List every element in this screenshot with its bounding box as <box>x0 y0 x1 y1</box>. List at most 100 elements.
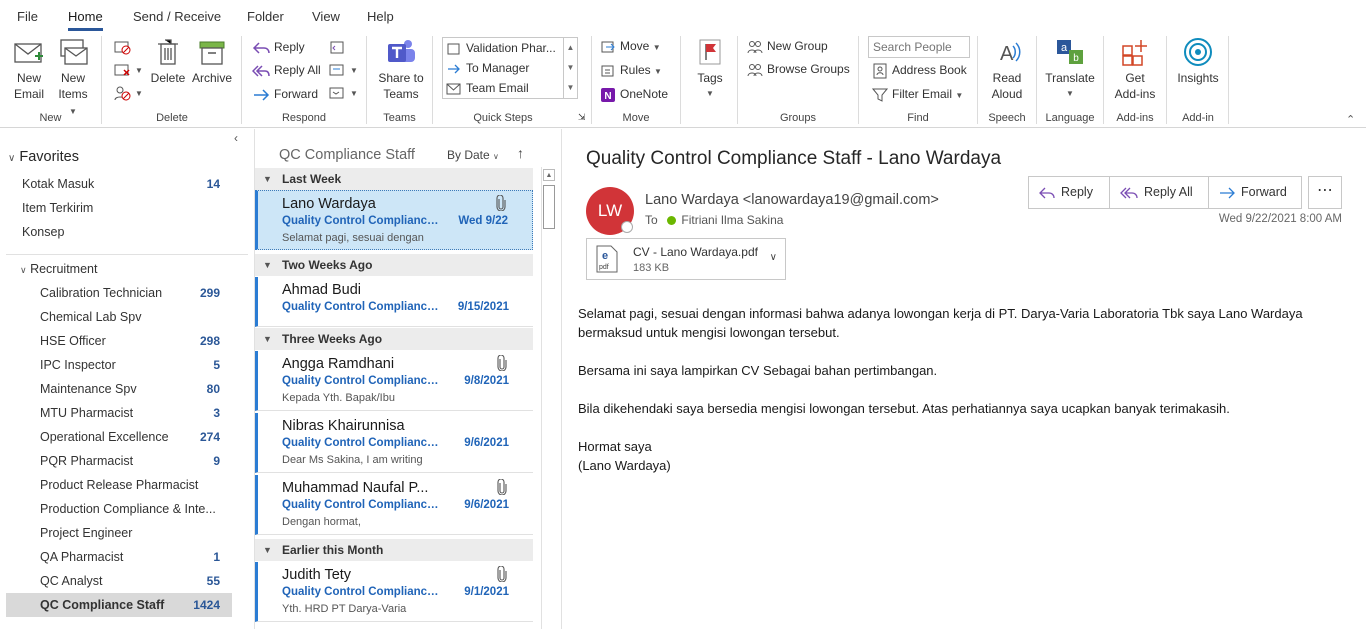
sender[interactable]: Lano Wardaya <lanowardaya19@gmail.com> <box>645 192 939 208</box>
message-item[interactable]: Ahmad Budi Quality Control Compliance...… <box>255 277 533 327</box>
address-book-button[interactable]: Address Book <box>872 60 967 80</box>
teams-icon <box>388 40 415 62</box>
tab-send-receive[interactable]: Send / Receive <box>133 9 221 24</box>
message-item-selected[interactable]: Lano Wardaya Quality Control Compliance.… <box>255 190 533 250</box>
folder-pqr-pharmacist[interactable]: PQR Pharmacist 9 <box>0 449 232 473</box>
ribbon-separator <box>737 36 738 124</box>
folder-hse-officer[interactable]: HSE Officer 298 <box>0 329 232 353</box>
meeting-button[interactable] <box>328 36 350 56</box>
scroll-thumb[interactable] <box>543 185 555 229</box>
forward-icon <box>254 89 270 101</box>
message-item[interactable]: Muhammad Naufal P... Quality Control Com… <box>255 475 533 535</box>
body-line: (Lano Wardaya) <box>578 458 671 473</box>
folder-operational-excellence[interactable]: Operational Excellence 274 <box>0 425 232 449</box>
group-label-respond: Respond <box>281 112 327 124</box>
tab-home[interactable]: Home <box>68 9 103 31</box>
collapse-ribbon-icon[interactable]: ⌃ <box>1346 110 1355 130</box>
group-label-find: Find <box>907 112 929 124</box>
folder-production-compliance[interactable]: Production Compliance & Inte... <box>0 497 232 521</box>
favorites-header[interactable]: ∨ Favorites <box>8 149 79 165</box>
ribbon-separator <box>1036 36 1037 124</box>
new-email-button[interactable]: New Email <box>10 36 48 102</box>
folder-item-terkirim[interactable]: Item Terkirim <box>0 196 232 220</box>
quick-steps-launcher-icon[interactable]: ⇲ <box>578 111 586 123</box>
folder-qc-compliance-staff[interactable]: QC Compliance Staff 1424 <box>6 593 232 617</box>
junk-button[interactable]: ▼ <box>113 82 143 102</box>
group-header-two-weeks-ago[interactable]: ▼ Two Weeks Ago <box>255 254 533 276</box>
search-people-input[interactable] <box>868 36 970 58</box>
attachment-card[interactable]: e pdf CV - Lano Wardaya.pdf 183 KB ∨ <box>586 238 786 280</box>
sort-direction-icon[interactable]: ↑ <box>517 145 524 161</box>
quickstep-validation[interactable]: Validation Phar... <box>446 38 556 58</box>
cleanup-icon <box>114 64 130 76</box>
im-button[interactable]: ▼ <box>328 59 358 79</box>
chevron-down-icon[interactable]: ∨ <box>770 252 777 263</box>
envelope-icon <box>14 43 43 63</box>
reply-button[interactable]: Reply <box>252 37 305 57</box>
email-body: Selamat pagi, sesuai dengan informasi ba… <box>578 304 1348 475</box>
forward-button[interactable]: Forward <box>252 84 318 104</box>
group-header-last-week[interactable]: ▼ Last Week <box>255 168 533 190</box>
share-to-teams-button[interactable]: Share to Teams <box>374 36 428 102</box>
attachment-icon <box>496 195 506 211</box>
message-item[interactable]: Judith Tety Quality Control Compliance..… <box>255 562 533 622</box>
rules-button[interactable]: Rules ▼ <box>600 60 662 80</box>
group-header-earlier-this-month[interactable]: ▼ Earlier this Month <box>255 539 533 561</box>
recipient[interactable]: Fitriani Ilma Sakina <box>681 213 783 227</box>
translate-button[interactable]: a b Translate ▼ <box>1042 36 1098 102</box>
new-items-button[interactable]: New Items ▼ <box>53 36 93 120</box>
browse-groups-button[interactable]: Browse Groups <box>747 59 850 79</box>
quick-steps-scroll[interactable]: ▲ ▼ ▼ <box>563 38 577 98</box>
tags-button[interactable]: Tags ▼ <box>690 36 730 102</box>
message-item[interactable]: Nibras Khairunnisa Quality Control Compl… <box>255 413 533 473</box>
tab-file[interactable]: File <box>17 9 38 24</box>
read-aloud-button[interactable]: A Read Aloud <box>985 36 1029 102</box>
folder-qa-pharmacist[interactable]: QA Pharmacist 1 <box>0 545 232 569</box>
folder-ipc-inspector[interactable]: IPC Inspector 5 <box>0 353 232 377</box>
quickstep-team-email[interactable]: Team Email <box>446 78 529 98</box>
cleanup-button[interactable]: ▼ <box>113 59 143 79</box>
group-header-three-weeks-ago[interactable]: ▼ Three Weeks Ago <box>255 328 533 350</box>
folder-calibration-technician[interactable]: Calibration Technician 299 <box>0 281 232 305</box>
ribbon-separator <box>1103 36 1104 124</box>
archive-button[interactable]: Archive <box>190 36 234 86</box>
reading-reply-button[interactable]: Reply <box>1029 177 1110 209</box>
folder-kotak-masuk[interactable]: Kotak Masuk 14 <box>0 172 232 196</box>
insights-button[interactable]: Insights <box>1172 36 1224 86</box>
filter-email-button[interactable]: Filter Email ▼ <box>871 84 963 104</box>
folder-chemical-lab-spv[interactable]: Chemical Lab Spv <box>0 305 232 329</box>
more-actions-button[interactable]: ⋯ <box>1308 176 1342 209</box>
reading-reply-all-button[interactable]: Reply All <box>1110 177 1209 209</box>
get-add-ins-button[interactable]: Get Add-ins <box>1110 36 1160 102</box>
quickstep-to-manager[interactable]: To Manager <box>446 58 529 78</box>
more-respond-button[interactable]: ▼ <box>328 82 358 102</box>
collapse-folder-pane-icon[interactable]: ‹ <box>234 131 238 145</box>
tab-view[interactable]: View <box>312 9 340 24</box>
onenote-button[interactable]: N OneNote <box>600 84 668 104</box>
folder-qc-analyst[interactable]: QC Analyst 55 <box>0 569 232 593</box>
recruitment-header[interactable]: ∨ Recruitment <box>20 262 97 276</box>
reading-forward-button[interactable]: Forward <box>1209 177 1303 209</box>
folder-product-release-pharmacist[interactable]: Product Release Pharmacist <box>0 473 232 497</box>
new-group-button[interactable]: New Group <box>747 36 828 56</box>
folder-maintenance-spv[interactable]: Maintenance Spv 80 <box>0 377 232 401</box>
folder-mtu-pharmacist[interactable]: MTU Pharmacist 3 <box>0 401 232 425</box>
folder-konsep[interactable]: Konsep <box>0 220 232 244</box>
move-button[interactable]: Move ▼ <box>600 36 661 56</box>
list-scrollbar[interactable]: ▲ <box>541 167 556 629</box>
attachment-size: 183 KB <box>633 262 670 274</box>
folder-project-engineer[interactable]: Project Engineer <box>0 521 232 545</box>
group-label-new: New <box>39 112 62 124</box>
forward-icon <box>1220 187 1235 199</box>
scroll-up-icon[interactable]: ▲ <box>543 169 555 181</box>
to-line: To Fitriani Ilma Sakina <box>645 213 784 227</box>
chevron-down-icon: ▼ <box>263 174 272 184</box>
ignore-button[interactable] <box>113 36 135 56</box>
tab-help[interactable]: Help <box>367 9 394 24</box>
delete-button[interactable]: Delete <box>148 36 188 86</box>
message-item[interactable]: Angga Ramdhani Quality Control Complianc… <box>255 351 533 411</box>
presence-icon <box>621 221 633 233</box>
reply-all-button[interactable]: Reply All <box>251 60 321 80</box>
sort-by-dropdown[interactable]: By Date ∨ <box>447 148 499 162</box>
tab-folder[interactable]: Folder <box>247 9 284 24</box>
